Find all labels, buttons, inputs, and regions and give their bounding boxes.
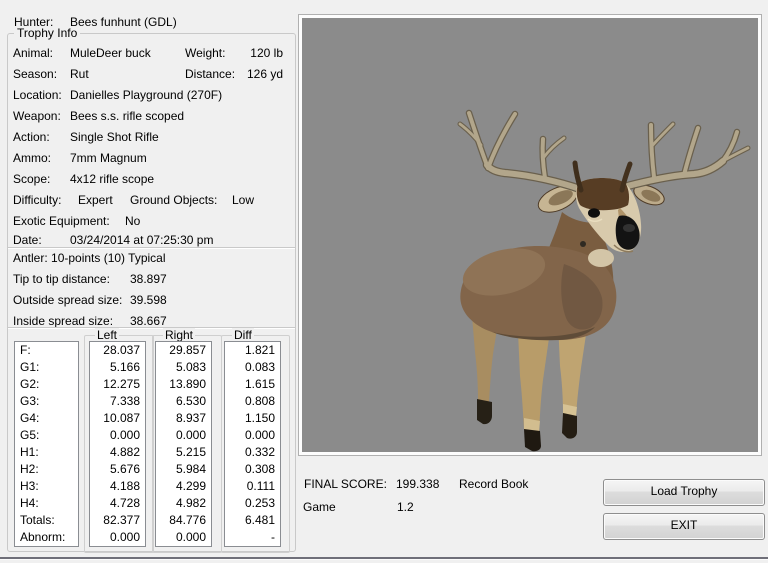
info-row-date: Date:03/24/2014 at 07:25:30 pm	[13, 233, 213, 247]
distance-value: 126 yd	[247, 67, 283, 81]
diff-column-header: Diff	[232, 328, 254, 342]
weapon-value: Bees s.s. rifle scoped	[70, 109, 184, 123]
distance-label: Distance:	[185, 67, 235, 81]
left-values-listbox[interactable]: 28.0375.16612.2757.33810.0870.0004.8825.…	[89, 341, 146, 547]
ammo-label: Ammo:	[13, 151, 70, 165]
animal-value: MuleDeer buck	[70, 46, 151, 60]
tip-to-tip-label: Tip to tip distance:	[13, 272, 130, 286]
scope-value: 4x12 rifle scope	[70, 172, 154, 186]
right-values-listbox[interactable]: 29.8575.08313.8906.5308.9370.0005.2155.9…	[155, 341, 212, 547]
exotic-value: No	[125, 214, 140, 228]
inside-spread-value: 38.667	[130, 314, 167, 328]
deer-neck-spot	[580, 241, 586, 247]
outside-spread-value: 39.598	[130, 293, 167, 307]
window-bottom-edge	[0, 557, 768, 559]
tip-to-tip-value: 38.897	[130, 272, 167, 286]
difficulty-value: Expert	[78, 193, 113, 207]
difficulty-label: Difficulty:	[13, 193, 61, 207]
info-row-weapon: Weapon:Bees s.s. rifle scoped	[13, 109, 184, 123]
info-row-scope: Scope:4x12 rifle scope	[13, 172, 154, 186]
game-label: Game	[303, 500, 336, 514]
measurement-labels-listbox[interactable]: F:G1:G2:G3:G4:G5:H1:H2:H3:H4:Totals:Abno…	[14, 341, 79, 547]
exotic-label: Exotic Equipment:	[13, 214, 110, 228]
weight-value: 120 lb	[250, 46, 283, 60]
tip-to-tip-row: Tip to tip distance:38.897	[13, 272, 167, 286]
final-score-value: 199.338	[396, 477, 439, 491]
inside-spread-label: Inside spread size:	[13, 314, 130, 328]
info-distance: Distance: 126 yd	[185, 67, 283, 81]
action-value: Single Shot Rifle	[70, 130, 159, 144]
location-value: Danielles Playground (270F)	[70, 88, 222, 102]
scope-label: Scope:	[13, 172, 70, 186]
animal-label: Animal:	[13, 46, 70, 60]
info-row-location: Location:Danielles Playground (270F)	[13, 88, 222, 102]
info-weight: Weight: 120 lb	[185, 46, 283, 60]
info-row-action: Action:Single Shot Rifle	[13, 130, 159, 144]
separator-top	[8, 247, 295, 248]
location-label: Location:	[13, 88, 70, 102]
ground-objects-label: Ground Objects:	[130, 193, 217, 207]
hunter-value: Bees funhunt (GDL)	[70, 15, 177, 29]
ground-objects-value: Low	[232, 193, 254, 207]
action-label: Action:	[13, 130, 70, 144]
trophy-3d-viewport[interactable]	[298, 14, 762, 456]
left-column-header: Left	[95, 328, 119, 342]
diff-values-listbox[interactable]: 1.8210.0831.6150.8081.1500.0000.3320.308…	[224, 341, 281, 547]
ammo-value: 7mm Magnum	[70, 151, 147, 165]
info-row-animal: Animal:MuleDeer buck	[13, 46, 151, 60]
mule-deer-render	[302, 18, 758, 452]
inside-spread-row: Inside spread size:38.667	[13, 314, 167, 328]
game-version-value: 1.2	[397, 500, 414, 514]
trophy-info-title: Trophy Info	[14, 26, 80, 40]
outside-spread-label: Outside spread size:	[13, 293, 130, 307]
right-column-header: Right	[163, 328, 195, 342]
record-book-label: Record Book	[459, 477, 528, 491]
final-score-label: FINAL SCORE:	[304, 477, 387, 491]
outside-spread-row: Outside spread size:39.598	[13, 293, 167, 307]
info-row-ammo: Ammo:7mm Magnum	[13, 151, 147, 165]
date-value: 03/24/2014 at 07:25:30 pm	[70, 233, 213, 247]
info-row-season: Season:Rut	[13, 67, 89, 81]
trophy-viewer-window: Hunter:Bees funhunt (GDL) Trophy Info An…	[0, 0, 768, 563]
weapon-label: Weapon:	[13, 109, 70, 123]
weight-label: Weight:	[185, 46, 225, 60]
load-trophy-button[interactable]: Load Trophy	[603, 479, 765, 506]
date-label: Date:	[13, 233, 70, 247]
antler-summary: Antler: 10-points (10) Typical	[13, 251, 166, 265]
season-value: Rut	[70, 67, 89, 81]
exit-button[interactable]: EXIT	[603, 513, 765, 540]
season-label: Season:	[13, 67, 70, 81]
deer-eye	[588, 208, 600, 218]
